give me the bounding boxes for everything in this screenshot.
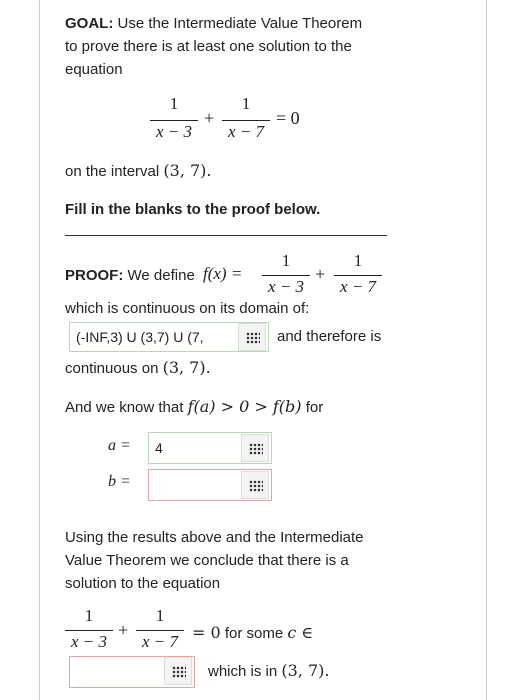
equation-numerator-1: 1 (169, 94, 179, 113)
final-denominator-2: x − 7 (141, 632, 179, 651)
fraction-bar (334, 275, 382, 276)
which-interval: (3, 7). (281, 661, 330, 680)
goal-line-1: GOAL: Use the Intermediate Value Theorem (65, 12, 362, 35)
proof-plus: + (315, 264, 326, 284)
keypad-icon (246, 332, 260, 344)
interval-prefix: on the interval (65, 163, 160, 180)
keypad-icon (172, 666, 186, 678)
final-equals-line: = 0 for some c ∈ (192, 621, 313, 645)
final-some-text: for some (224, 625, 284, 642)
proof-denominator-1: x − 3 (267, 277, 305, 296)
proof-define-text: We define (127, 267, 195, 284)
a-keypad-button[interactable] (241, 434, 269, 462)
conclusion-line-2: Value Theorem we conclude that there is … (65, 552, 349, 569)
domain-keypad-button[interactable] (238, 323, 266, 351)
b-keypad-button[interactable] (241, 471, 269, 499)
continuous-on-interval: (3, 7). (162, 358, 211, 377)
final-equals-zero: = 0 (192, 623, 221, 642)
which-text: which is in (208, 663, 278, 680)
proof-fx: f(x) = (203, 264, 243, 283)
conclusion-line-1: Using the results above and the Intermed… (65, 529, 364, 546)
proof-fraction-1: 1 x − 3 (262, 251, 310, 301)
interval-line: on the interval (3, 7). (65, 159, 212, 183)
goal-line-2: to prove there is at least one solution … (65, 38, 352, 55)
domain-input-value: (-INF,3) U (3,7) U (7, (76, 329, 204, 345)
equation-equals-zero: = 0 (276, 108, 300, 128)
fraction-bar (65, 630, 113, 631)
c-keypad-button[interactable] (164, 657, 192, 685)
final-numerator-1: 1 (84, 606, 94, 625)
final-plus: + (118, 620, 129, 640)
fraction-bar (222, 120, 270, 121)
fraction-bar (262, 275, 310, 276)
equation-fraction-2: 1 x − 7 (222, 94, 270, 146)
b-label: b = (108, 473, 131, 490)
know-line: And we know that f(a) > 0 > f(b) for (65, 395, 323, 419)
proof-denominator-2: x − 7 (339, 277, 377, 296)
therefore-text: and therefore is (277, 328, 382, 345)
divider (65, 235, 387, 236)
instruction-text: Fill in the blanks to the proof below. (65, 201, 321, 218)
a-label: a = (108, 437, 131, 454)
final-fraction-1: 1 x − 3 (65, 606, 113, 656)
final-fraction-2: 1 x − 7 (136, 606, 184, 656)
fraction-bar (136, 630, 184, 631)
continuous-on-line: continuous on (3, 7). (65, 356, 211, 380)
proof-define-line: PROOF: We define (65, 264, 195, 287)
know-suffix: for (305, 399, 324, 416)
equation-denominator-2: x − 7 (227, 122, 265, 141)
conclusion-line-3: solution to the equation (65, 575, 221, 592)
keypad-icon (249, 480, 263, 492)
equation-denominator-1: x − 3 (155, 122, 193, 141)
which-line: which is in (3, 7). (208, 659, 329, 683)
goal-line-3: equation (65, 61, 123, 78)
final-c-in: c ∈ (287, 623, 314, 642)
a-input-value: 4 (155, 440, 163, 456)
equation-numerator-2: 1 (241, 94, 251, 113)
equation-fraction-1: 1 x − 3 (150, 94, 198, 146)
proof-numerator-2: 1 (353, 251, 363, 270)
fraction-bar (150, 120, 198, 121)
proof-numerator-1: 1 (281, 251, 291, 270)
proof-fraction-2: 1 x − 7 (334, 251, 382, 301)
know-text: And we know that (65, 399, 184, 416)
interval-value: (3, 7). (163, 161, 212, 180)
keypad-icon (249, 443, 263, 455)
continuous-text: which is continuous on its domain of: (65, 300, 310, 317)
final-numerator-2: 1 (155, 606, 165, 625)
final-denominator-1: x − 3 (70, 632, 108, 651)
proof-label: PROOF: (65, 267, 124, 284)
equation-plus: + (204, 108, 215, 128)
goal-label: GOAL: (65, 15, 114, 32)
continuous-on-text: continuous on (65, 360, 159, 377)
know-math: f(a) > 0 > f(b) (187, 397, 302, 416)
goal-text-1: Use the Intermediate Value Theorem (117, 15, 363, 32)
